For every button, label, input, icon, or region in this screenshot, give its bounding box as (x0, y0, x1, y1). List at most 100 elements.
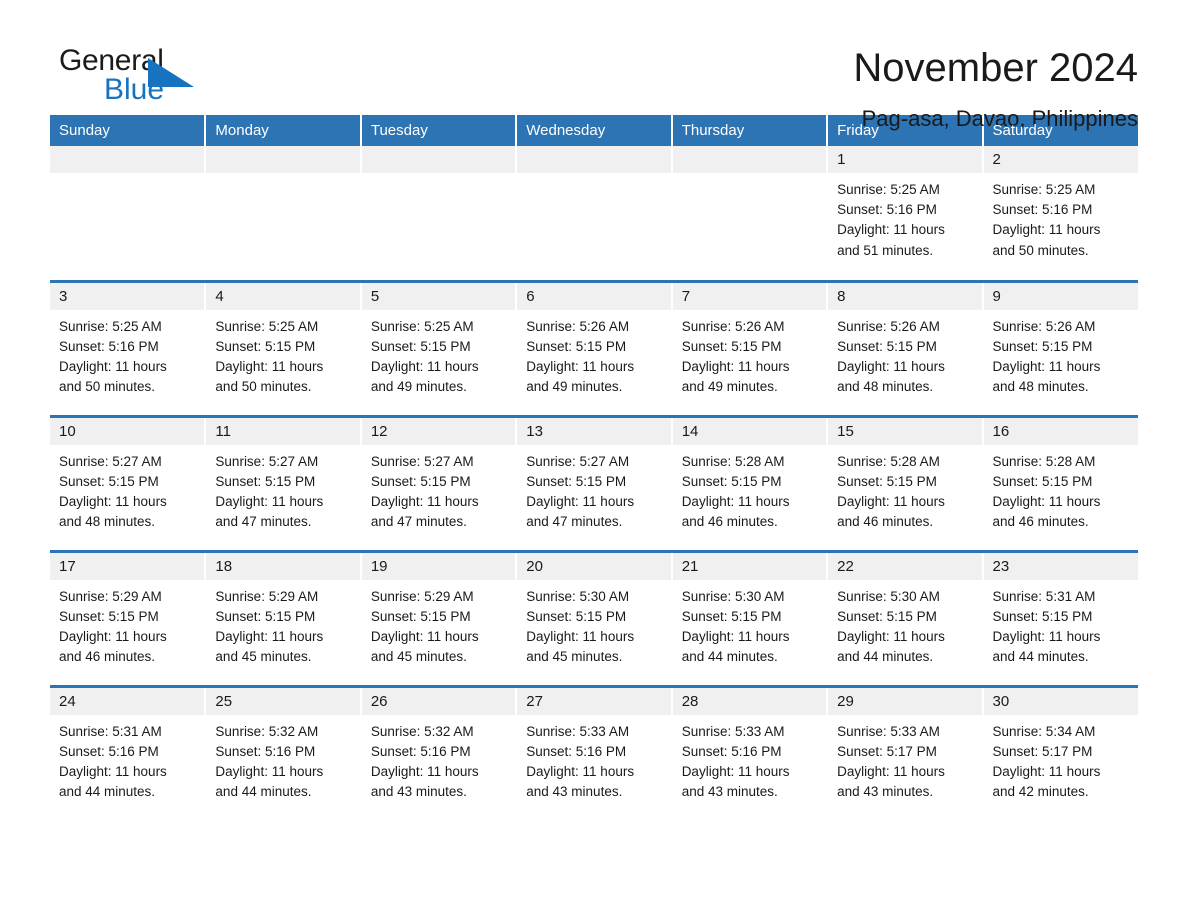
day-detail-line: Daylight: 11 hours (837, 628, 945, 644)
calendar-cell-day[interactable]: 4 Sunrise: 5:25 AM Sunset: 5:15 PM Daylight… (205, 281, 362, 418)
calendar-cell-day[interactable]: 15 Sunrise: 5:28 AM Sunset: 5:15 PM Dayligh… (827, 416, 984, 553)
calendar-cell-day[interactable]: 9 Sunrise: 5:26 AM Sunset: 5:15 PM Daylight… (982, 281, 1138, 418)
day-detail-line: Daylight: 11 hours (370, 763, 479, 779)
calendar-cell-day[interactable]: 11 Sunrise: 5:27 AM Sunset: 5:15 PM Dayligh… (205, 416, 362, 553)
calendar-cell-day[interactable]: 7 Sunrise: 5:26 AM Sunset: 5:15 PM Daylight… (671, 281, 829, 418)
day-detail-line: Sunrise: 5:30 AM (526, 588, 630, 604)
calendar-cell-day[interactable]: 17 Sunrise: 5:29 AM Sunset: 5:15 PM Dayligh… (50, 551, 207, 688)
calendar-cell-day[interactable]: 28 Sunrise: 5:33 AM Sunset: 5:16 PM Dayligh… (671, 686, 829, 821)
day-number (206, 146, 360, 173)
day-detail-line: and 50 minutes. (215, 379, 312, 395)
calendar-cell-day[interactable]: 6 Sunrise: 5:26 AM Sunset: 5:15 PM Daylight… (516, 281, 673, 418)
calendar-cell-day[interactable]: 16 Sunrise: 5:28 AM Sunset: 5:15 PM Dayligh… (982, 416, 1138, 553)
day-number: 8 (828, 282, 982, 310)
calendar-cell-day[interactable]: 23 Sunrise: 5:31 AM Sunset: 5:15 PM Dayligh… (982, 551, 1138, 688)
day-details: Sunrise: 5:28 AM Sunset: 5:15 PM Daylight:… (828, 445, 981, 533)
day-detail-line: and 45 minutes. (526, 649, 623, 665)
day-detail-line: and 50 minutes. (992, 242, 1089, 258)
day-number: 10 (50, 417, 205, 445)
calendar-cell-day[interactable]: 1 Sunrise: 5:25 AM Sunset: 5:16 PM Daylight… (827, 146, 984, 283)
day-detail-line: Daylight: 11 hours (992, 763, 1101, 779)
day-detail-line: and 46 minutes. (992, 514, 1089, 530)
title-block: November 2024 Pag-asa, Davao, Philippine… (853, 44, 1138, 134)
day-detail-line: Sunset: 5:16 PM (59, 338, 159, 354)
calendar-cell-day[interactable]: 2 Sunrise: 5:25 AM Sunset: 5:16 PM Daylight… (982, 146, 1138, 283)
day-details: Sunrise: 5:32 AM Sunset: 5:16 PM Daylight:… (206, 715, 359, 803)
calendar-cell-day[interactable]: 19 Sunrise: 5:29 AM Sunset: 5:15 PM Dayligh… (360, 551, 518, 688)
calendar-cell-day[interactable]: 22 Sunrise: 5:30 AM Sunset: 5:15 PM Dayligh… (827, 551, 984, 688)
day-number: 5 (361, 282, 516, 310)
day-detail-line: and 49 minutes. (370, 379, 467, 395)
calendar-cell-day[interactable]: 25 Sunrise: 5:32 AM Sunset: 5:16 PM Dayligh… (205, 686, 362, 821)
generalblue-logo[interactable]: General Blue (50, 44, 250, 116)
day-details (206, 173, 359, 180)
day-detail-line: Sunset: 5:15 PM (370, 608, 471, 624)
day-detail-line: Sunrise: 5:33 AM (526, 723, 630, 739)
day-detail-line: Daylight: 11 hours (215, 763, 324, 779)
day-detail-line: Sunrise: 5:26 AM (992, 318, 1096, 334)
calendar-cell-day[interactable]: 12 Sunrise: 5:27 AM Sunset: 5:15 PM Dayligh… (360, 416, 518, 553)
calendar-cell-day[interactable]: 24 Sunrise: 5:31 AM Sunset: 5:16 PM Dayligh… (50, 686, 207, 821)
day-detail-line: Sunset: 5:15 PM (215, 338, 316, 354)
calendar-cell-empty (205, 146, 362, 283)
day-details (673, 173, 826, 180)
day-detail-line: Sunrise: 5:27 AM (215, 453, 319, 469)
weekday-header-wednesday: Wednesday (516, 115, 673, 146)
calendar-cell-day[interactable]: 18 Sunrise: 5:29 AM Sunset: 5:15 PM Dayligh… (205, 551, 362, 688)
day-details: Sunrise: 5:31 AM Sunset: 5:15 PM Daylight:… (984, 580, 1138, 668)
day-details: Sunrise: 5:30 AM Sunset: 5:15 PM Daylight:… (517, 580, 670, 668)
day-number: 11 (206, 417, 360, 445)
day-detail-line: Sunrise: 5:27 AM (526, 453, 630, 469)
day-detail-line: Sunset: 5:16 PM (215, 743, 316, 759)
day-detail-line: and 47 minutes. (215, 514, 312, 530)
day-number: 16 (983, 417, 1138, 445)
calendar-cell-day[interactable]: 10 Sunrise: 5:27 AM Sunset: 5:15 PM Dayligh… (50, 416, 207, 553)
page-header: General Blue November 2024 Pag-asa, Dava… (50, 0, 1138, 131)
day-detail-line: and 43 minutes. (681, 784, 778, 800)
day-details: Sunrise: 5:29 AM Sunset: 5:15 PM Daylight:… (362, 580, 515, 668)
calendar-cell-day[interactable]: 21 Sunrise: 5:30 AM Sunset: 5:15 PM Dayligh… (671, 551, 829, 688)
day-detail-line: Sunset: 5:16 PM (370, 743, 471, 759)
day-detail-line: Sunset: 5:17 PM (992, 743, 1093, 759)
day-number: 4 (206, 282, 360, 310)
day-detail-line: Sunrise: 5:25 AM (370, 318, 474, 334)
day-number: 7 (672, 282, 827, 310)
day-details: Sunrise: 5:27 AM Sunset: 5:15 PM Daylight:… (362, 445, 515, 533)
calendar-cell-day[interactable]: 14 Sunrise: 5:28 AM Sunset: 5:15 PM Dayligh… (671, 416, 829, 553)
day-detail-line: and 43 minutes. (370, 784, 467, 800)
calendar-week-row: 24 Sunrise: 5:31 AM Sunset: 5:16 PM Dayligh… (50, 686, 1138, 821)
day-detail-line: and 47 minutes. (370, 514, 467, 530)
day-details: Sunrise: 5:32 AM Sunset: 5:16 PM Daylight:… (362, 715, 515, 803)
calendar-page: General Blue November 2024 Pag-asa, Dava… (0, 0, 1188, 918)
day-detail-line: and 46 minutes. (681, 514, 778, 530)
calendar-cell-day[interactable]: 8 Sunrise: 5:26 AM Sunset: 5:15 PM Daylight… (827, 281, 984, 418)
day-number: 19 (361, 552, 516, 580)
day-detail-line: Sunset: 5:15 PM (992, 473, 1093, 489)
calendar-cell-day[interactable]: 30 Sunrise: 5:34 AM Sunset: 5:17 PM Dayligh… (983, 686, 1138, 821)
day-details: Sunrise: 5:25 AM Sunset: 5:15 PM Daylight:… (206, 310, 359, 398)
day-detail-line: Sunrise: 5:33 AM (837, 723, 940, 739)
day-number: 1 (828, 146, 982, 173)
day-detail-line: Sunset: 5:15 PM (992, 338, 1093, 354)
day-detail-line: Daylight: 11 hours (215, 493, 324, 509)
day-detail-line: Sunrise: 5:32 AM (215, 723, 319, 739)
calendar-cell-day[interactable]: 3 Sunrise: 5:25 AM Sunset: 5:16 PM Daylight… (50, 281, 207, 418)
day-detail-line: and 45 minutes. (370, 649, 467, 665)
calendar-cell-day[interactable]: 5 Sunrise: 5:25 AM Sunset: 5:15 PM Daylight… (360, 281, 518, 418)
weekday-header-sunday: Sunday (50, 115, 207, 146)
day-detail-line: Sunset: 5:15 PM (370, 473, 471, 489)
day-detail-line: Sunrise: 5:29 AM (215, 588, 319, 604)
day-detail-line: Daylight: 11 hours (992, 628, 1101, 644)
calendar-cell-day[interactable]: 20 Sunrise: 5:30 AM Sunset: 5:15 PM Dayligh… (516, 551, 673, 688)
day-detail-line: and 51 minutes. (837, 242, 934, 258)
day-detail-line: Daylight: 11 hours (215, 358, 324, 374)
day-number: 17 (50, 552, 205, 580)
calendar-cell-day[interactable]: 27 Sunrise: 5:33 AM Sunset: 5:16 PM Dayligh… (516, 686, 673, 821)
calendar-cell-day[interactable]: 29 Sunrise: 5:33 AM Sunset: 5:17 PM Dayligh… (827, 686, 984, 821)
calendar-cell-day[interactable]: 26 Sunrise: 5:32 AM Sunset: 5:16 PM Dayligh… (360, 686, 518, 821)
day-detail-line: Sunrise: 5:29 AM (59, 588, 162, 604)
day-detail-line: Daylight: 11 hours (992, 358, 1101, 374)
day-detail-line: and 43 minutes. (837, 784, 934, 800)
calendar-cell-day[interactable]: 13 Sunrise: 5:27 AM Sunset: 5:15 PM Dayligh… (516, 416, 673, 553)
day-detail-line: Sunset: 5:15 PM (526, 608, 627, 624)
